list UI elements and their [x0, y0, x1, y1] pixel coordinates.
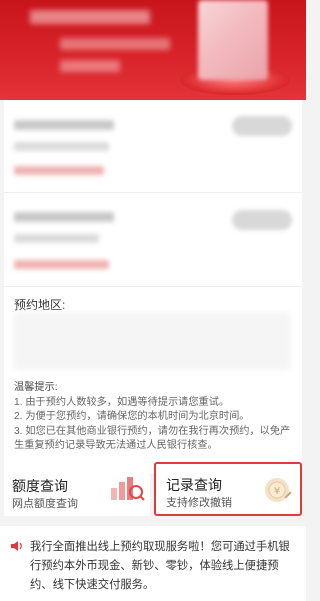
divider: [4, 286, 302, 287]
blurred-item-1-line: [14, 142, 109, 151]
tip-item: 1. 由于预约人数较多，如遇等待提示请您重试。: [14, 396, 230, 408]
quota-query-subtitle: 网点额度查询: [12, 498, 78, 510]
notice-bar: 我行全面推出线上预约取现服务啦！您可通过手机银行预约本外币现金、新钞、零钞，体验…: [0, 526, 306, 601]
quota-query-title: 额度查询: [12, 478, 68, 494]
tip-item: 3. 如您已在其他商业银行预约，请勿在我行再次预约，以免产生重复预约记录导致无法…: [14, 425, 291, 452]
divider: [4, 192, 302, 193]
tips-title: 温馨提示:: [14, 382, 58, 393]
record-query-title: 记录查询: [166, 477, 222, 493]
blurred-item-1-title: [14, 120, 114, 130]
notice-text: 我行全面推出线上预约取现服务啦！您可通过手机银行预约本外币现金、新钞、零钞，体验…: [30, 541, 290, 591]
blurred-item-2-title: [14, 212, 114, 222]
coin-icon: ¥: [265, 478, 292, 502]
blurred-item-2-button[interactable]: [232, 210, 292, 230]
bar-chart-icon: [111, 477, 145, 501]
speaker-icon: [11, 541, 22, 551]
appointment-card: 预约地区: 温馨提示: 1. 由于预约人数较多，如遇等待提示请您重试。 2. 为…: [4, 100, 302, 474]
blurred-item-2-line: [14, 234, 99, 243]
svg-text:¥: ¥: [274, 486, 280, 497]
banner-blurred-subtitle: [60, 38, 170, 50]
banner-blurred-subtitle-2: [60, 60, 120, 72]
record-query-tile[interactable]: 记录查询 支持修改撤销 ¥: [154, 462, 302, 516]
region-selector[interactable]: [14, 312, 290, 370]
banner-blurred-title: [30, 10, 150, 24]
record-query-subtitle: 支持修改撤销: [166, 497, 232, 509]
tips-section: 温馨提示: 1. 由于预约人数较多，如遇等待提示请您重试。 2. 为便于您预约，…: [14, 381, 299, 454]
promo-banner[interactable]: [0, 0, 306, 100]
region-label: 预约地区:: [14, 298, 66, 312]
banner-gift-box: [198, 0, 268, 80]
tip-item: 2. 为便于您预约，请确保您的本机时间为北京时间。: [14, 411, 250, 422]
blurred-item-2-amount: [14, 260, 109, 269]
quota-query-tile[interactable]: 额度查询 网点额度查询: [4, 462, 150, 516]
blurred-item-1-button[interactable]: [232, 116, 292, 136]
blurred-item-1-amount: [14, 166, 104, 175]
